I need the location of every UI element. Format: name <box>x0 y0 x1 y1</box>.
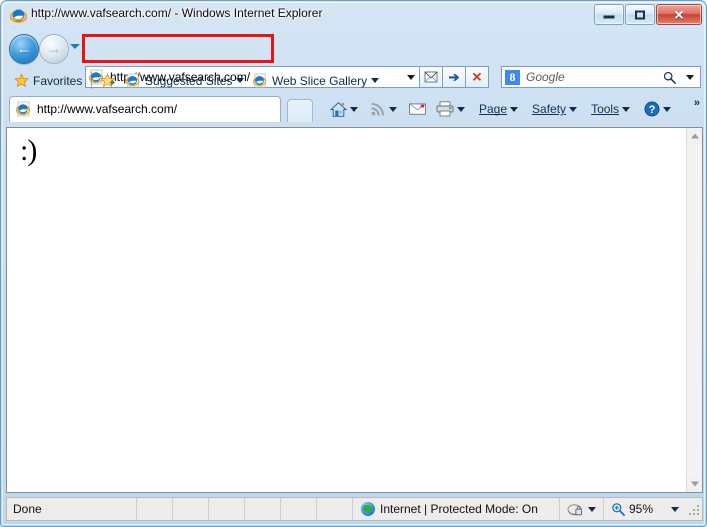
safety-menu-button[interactable]: Safety <box>529 98 580 120</box>
favorites-bar: Favorites Suggested Sites Web Slice Gall… <box>1 67 707 93</box>
tools-menu-label: Tools <box>591 102 620 116</box>
page-content: :) <box>6 127 703 493</box>
zoom-control[interactable]: 95% <box>602 498 686 520</box>
favorites-item-suggested-sites[interactable]: Suggested Sites <box>126 71 245 90</box>
vertical-scrollbar[interactable] <box>686 128 702 492</box>
rss-feed-icon <box>371 102 384 116</box>
home-button[interactable] <box>327 98 361 120</box>
chevron-down-icon[interactable] <box>350 106 358 112</box>
status-bar-right: 95% <box>558 498 702 520</box>
chevron-down-icon[interactable] <box>389 106 397 112</box>
favorites-item-web-slice-gallery[interactable]: Web Slice Gallery <box>253 71 380 90</box>
minimize-button[interactable] <box>594 4 624 25</box>
privacy-report-button[interactable] <box>558 498 603 520</box>
status-panel <box>245 498 281 520</box>
chevron-down-icon[interactable] <box>587 506 596 512</box>
scroll-down-button[interactable] <box>687 476 702 492</box>
resize-grip[interactable] <box>688 502 702 516</box>
internet-explorer-icon <box>253 73 267 88</box>
favorites-item-label: Web Slice Gallery <box>272 73 368 88</box>
safety-menu-label: Safety <box>532 102 567 116</box>
favorites-item-label: Suggested Sites <box>145 73 233 88</box>
chevron-down-icon[interactable] <box>663 106 672 112</box>
add-to-favorites-bar-button[interactable] <box>101 71 116 90</box>
mail-icon <box>409 103 426 115</box>
browser-window: http://www.vafsearch.com/ - Windows Inte… <box>0 0 707 527</box>
zoom-icon <box>612 503 625 516</box>
new-tab-button[interactable] <box>287 99 313 122</box>
maximize-icon <box>635 10 645 19</box>
status-message: Done <box>7 498 137 520</box>
internet-explorer-icon <box>10 9 27 23</box>
add-favorite-icon <box>101 73 116 87</box>
security-zone-label: Internet | Protected Mode: On <box>380 502 538 516</box>
tab-active[interactable]: http://www.vafsearch.com/ <box>9 96 281 122</box>
help-icon: ? <box>644 101 660 117</box>
tools-menu-button[interactable]: Tools <box>588 98 633 120</box>
favorites-label: Favorites <box>33 73 83 88</box>
chevron-down-icon[interactable] <box>671 506 679 512</box>
status-panel <box>209 498 245 520</box>
close-button[interactable]: ✕ <box>656 4 702 25</box>
window-controls: ✕ <box>594 4 702 25</box>
status-panel <box>281 498 317 520</box>
star-icon <box>14 73 29 87</box>
scroll-up-button[interactable] <box>687 128 702 144</box>
forward-button[interactable]: → <box>39 34 69 64</box>
internet-explorer-icon <box>16 101 31 117</box>
navigation-bar: ← → http://www.vafsearch.com/ ➔ ✕ 8 Goog… <box>1 30 707 88</box>
feeds-button[interactable] <box>367 98 400 120</box>
home-icon <box>330 101 347 117</box>
favorites-button[interactable]: Favorites <box>14 71 82 90</box>
close-icon: ✕ <box>673 7 685 22</box>
favorites-separator <box>91 72 92 89</box>
security-zone[interactable]: Internet | Protected Mode: On <box>353 502 559 516</box>
back-arrow-icon: ← <box>16 40 32 58</box>
page-menu-button[interactable]: Page <box>476 98 521 120</box>
page-body-text: :) <box>20 134 37 167</box>
status-panel <box>137 498 173 520</box>
page-menu-label: Page <box>479 102 508 116</box>
window-title: http://www.vafsearch.com/ - Windows Inte… <box>31 6 323 20</box>
zoom-level-label: 95% <box>628 502 653 516</box>
chevron-down-icon[interactable] <box>371 78 380 83</box>
globe-icon <box>361 502 375 516</box>
forward-arrow-icon: → <box>46 40 62 58</box>
mail-button[interactable] <box>406 98 429 120</box>
print-button[interactable] <box>433 98 468 120</box>
chevron-down-icon[interactable] <box>236 78 245 83</box>
chevron-down-icon[interactable] <box>569 106 578 112</box>
svg-text:?: ? <box>649 104 656 116</box>
help-menu-button[interactable]: ? <box>641 98 674 120</box>
chevron-down-icon[interactable] <box>457 106 465 112</box>
title-bar[interactable]: http://www.vafsearch.com/ - Windows Inte… <box>1 1 707 30</box>
chevron-down-icon[interactable] <box>510 106 519 112</box>
print-icon <box>436 101 454 117</box>
chevron-down-icon[interactable] <box>622 106 631 112</box>
chevron-up-icon <box>690 133 699 139</box>
maximize-button[interactable] <box>625 4 655 25</box>
back-button[interactable]: ← <box>9 34 39 64</box>
command-bar-overflow-button[interactable]: » <box>694 97 700 109</box>
chevron-down-icon <box>690 481 699 487</box>
recent-pages-dropdown-icon[interactable] <box>70 44 80 49</box>
status-bar: Done Internet | Protected Mode: On 95% <box>6 497 703 521</box>
status-panel <box>173 498 209 520</box>
internet-explorer-icon <box>126 73 140 88</box>
status-panel <box>317 498 353 520</box>
tab-title: http://www.vafsearch.com/ <box>37 102 178 116</box>
privacy-report-icon <box>567 503 582 515</box>
command-bar: Page Safety Tools ? <box>327 96 674 122</box>
minimize-icon <box>603 11 615 18</box>
